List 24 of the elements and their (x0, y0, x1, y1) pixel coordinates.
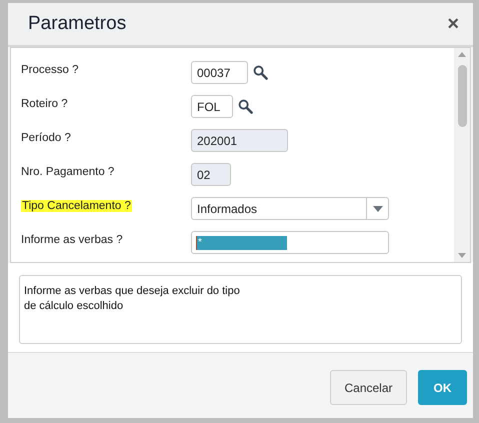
search-icon[interactable] (238, 99, 253, 114)
field-label: Processo ? (21, 64, 79, 76)
cancel-button[interactable]: Cancelar (330, 370, 407, 405)
field-label: Informe as verbas ? (21, 234, 123, 246)
field-label: Nro. Pagamento ? (21, 166, 114, 178)
lookup-field[interactable]: FOL (191, 95, 233, 118)
field-label: Roteiro ? (21, 98, 68, 110)
scroll-thumb[interactable] (458, 65, 466, 127)
scroll-down-icon[interactable] (458, 253, 466, 258)
select-value: Informados (196, 200, 258, 218)
readonly-field: 02 (191, 163, 231, 186)
field-label: Período ? (21, 132, 71, 144)
readonly-field: 202001 (191, 129, 288, 152)
select-field[interactable]: Informados (191, 197, 389, 220)
scroll-up-icon[interactable] (458, 52, 466, 57)
dropdown-caret-icon[interactable] (372, 206, 382, 212)
search-icon[interactable] (253, 65, 268, 80)
scrollbar[interactable] (454, 48, 470, 262)
dialog-title: Parametros (28, 12, 126, 36)
close-button[interactable]: × (447, 14, 459, 34)
help-text: Informe as verbas que deseja excluir do tipo de cálculo escolhido (24, 284, 241, 314)
field-label: Tipo Cancelamento ? (21, 200, 132, 212)
selected-text: * (196, 236, 287, 250)
lookup-field[interactable]: 00037 (191, 61, 248, 84)
